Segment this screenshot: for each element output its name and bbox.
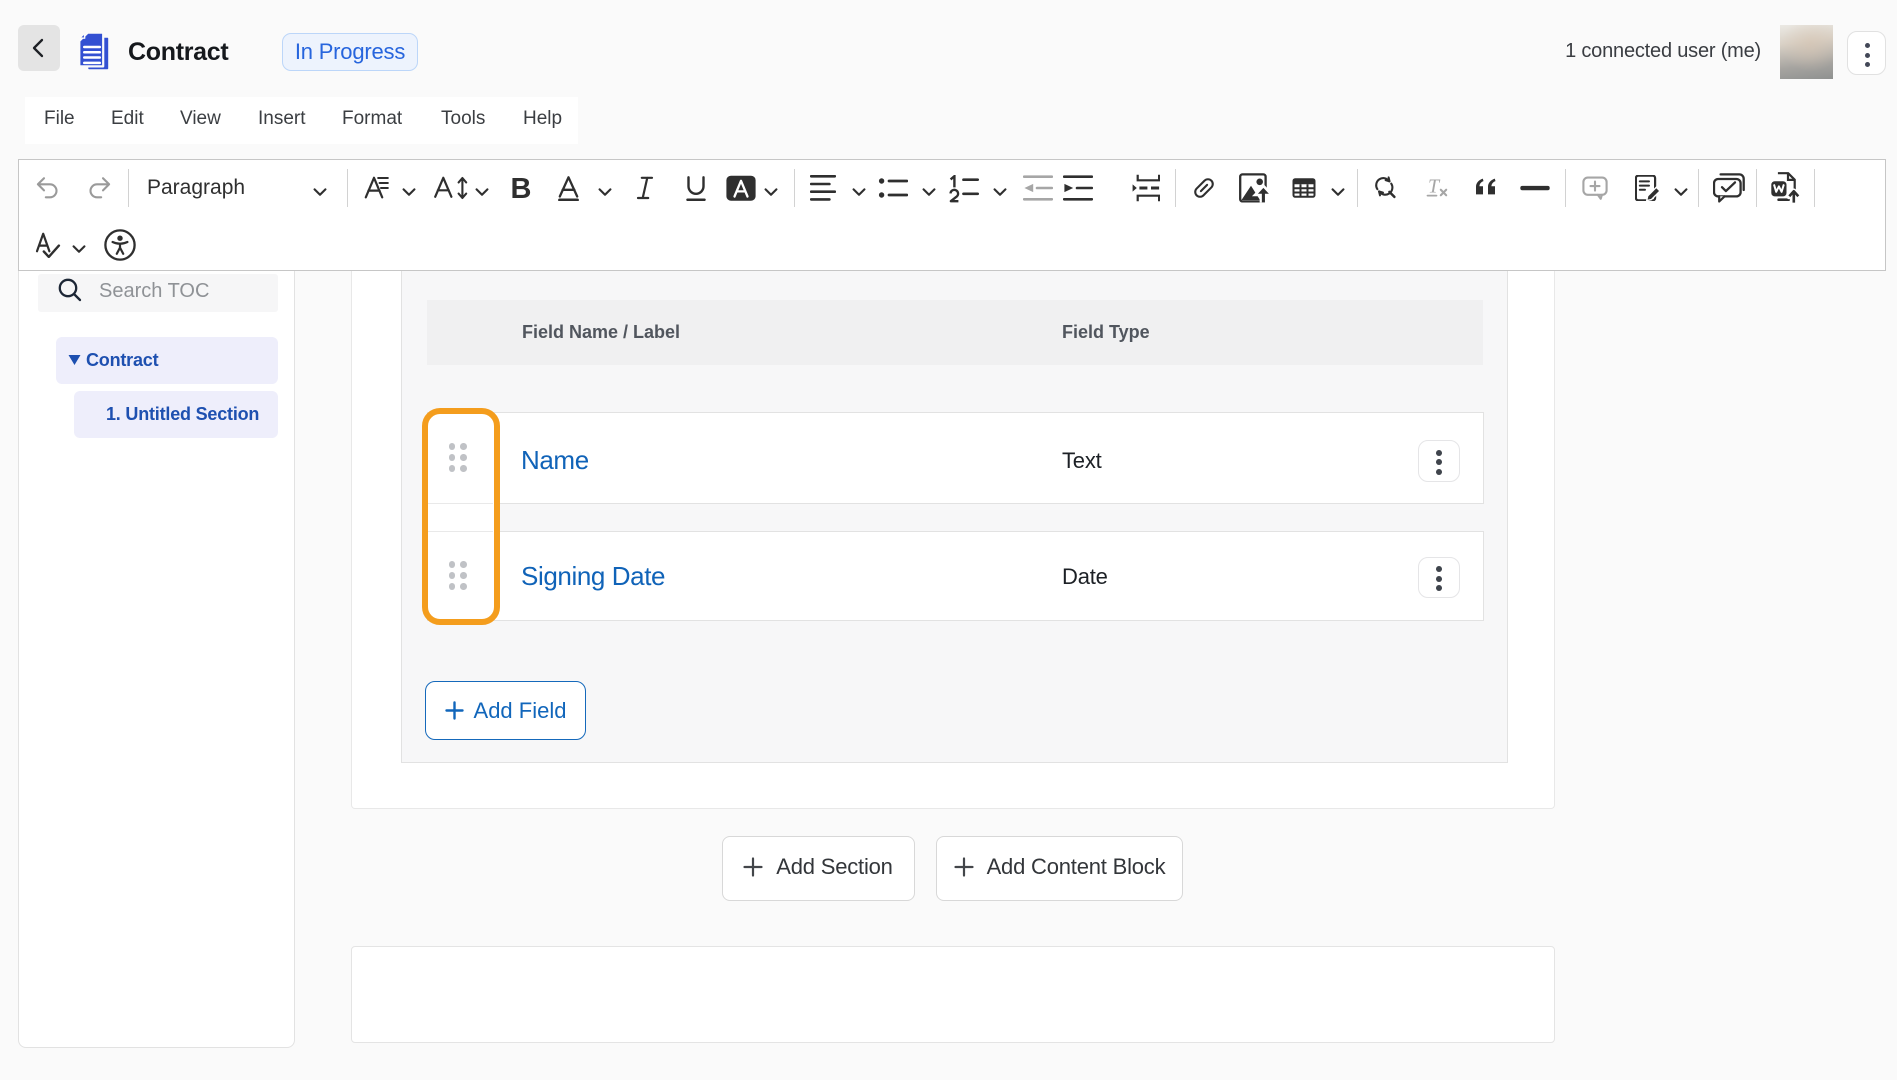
svg-text:B: B <box>511 175 532 201</box>
svg-text:T: T <box>1428 175 1441 197</box>
